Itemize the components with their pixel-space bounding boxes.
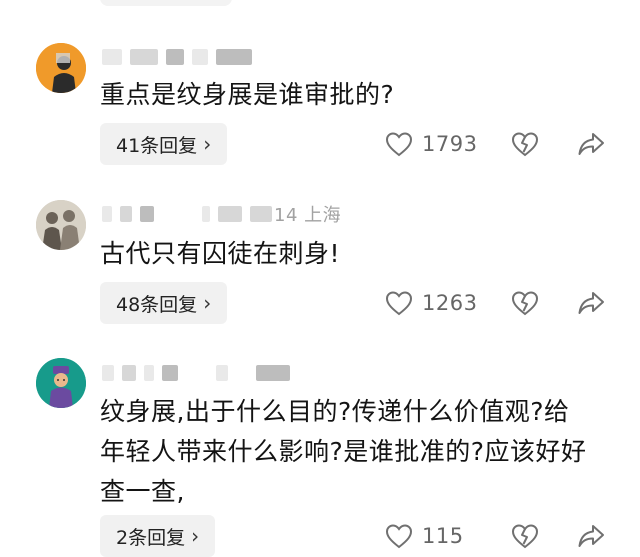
blurred-username — [192, 49, 208, 65]
blurred-username — [202, 206, 210, 222]
comment-actions: 115 — [384, 515, 606, 557]
share-arrow-icon[interactable] — [576, 129, 606, 159]
heart-outline-icon[interactable] — [384, 521, 414, 551]
reply-count-label: 48条回复 — [116, 293, 198, 316]
heart-outline-icon[interactable] — [384, 129, 414, 159]
avatar[interactable] — [36, 43, 86, 93]
like-button[interactable]: 1793 — [384, 129, 504, 159]
comment-date-location: 14 上海 — [274, 205, 342, 226]
view-replies-button[interactable]: 41条回复 › — [100, 123, 228, 165]
previous-reply-pill-stub — [100, 0, 232, 6]
blurred-username — [216, 365, 228, 381]
comment-text: 纹身展,出于什么目的?传递什么价值观?给年轻人带来什么影响?是谁批准的?应该好好… — [100, 397, 587, 506]
blurred-username — [102, 49, 122, 65]
comment-meta — [102, 46, 252, 68]
blurred-username — [122, 365, 136, 381]
avatar-image — [36, 43, 86, 93]
avatar[interactable] — [36, 358, 86, 408]
like-count: 1263 — [422, 291, 478, 315]
blurred-username — [166, 49, 184, 65]
comment-meta: 14 上海 — [102, 203, 342, 226]
comment-actions: 1263 — [384, 282, 606, 324]
chevron-right-icon: › — [191, 524, 200, 548]
blurred-date — [250, 206, 272, 222]
comment-text: 重点是纹身展是谁审批的? — [100, 80, 395, 109]
chevron-right-icon: › — [203, 291, 212, 315]
reply-count-label: 2条回复 — [116, 526, 186, 549]
comment-meta — [102, 362, 290, 384]
like-button[interactable]: 115 — [384, 521, 504, 551]
like-count: 1793 — [422, 132, 478, 156]
blurred-username — [102, 365, 114, 381]
blurred-username — [102, 206, 112, 222]
blurred-username — [144, 365, 154, 381]
share-arrow-icon[interactable] — [576, 288, 606, 318]
view-replies-button[interactable]: 2条回复 › — [100, 515, 216, 557]
chevron-right-icon: › — [203, 132, 212, 156]
view-replies-button[interactable]: 48条回复 › — [100, 282, 228, 324]
blurred-username — [216, 49, 252, 65]
reply-count-label: 41条回复 — [116, 134, 198, 157]
comment-text: 古代只有囚徒在刺身! — [100, 239, 341, 268]
broken-heart-icon[interactable] — [510, 521, 540, 551]
blurred-username — [218, 206, 242, 222]
blurred-username — [162, 365, 178, 381]
avatar[interactable] — [36, 200, 86, 250]
broken-heart-icon[interactable] — [510, 129, 540, 159]
blurred-username — [140, 206, 154, 222]
blurred-username — [130, 49, 158, 65]
broken-heart-icon[interactable] — [510, 288, 540, 318]
avatar-image — [36, 358, 86, 408]
comment-actions: 1793 — [384, 123, 606, 165]
blurred-username — [256, 365, 290, 381]
share-arrow-icon[interactable] — [576, 521, 606, 551]
avatar-image — [36, 200, 86, 250]
blurred-username — [120, 206, 132, 222]
like-count: 115 — [422, 524, 464, 548]
like-button[interactable]: 1263 — [384, 288, 504, 318]
heart-outline-icon[interactable] — [384, 288, 414, 318]
